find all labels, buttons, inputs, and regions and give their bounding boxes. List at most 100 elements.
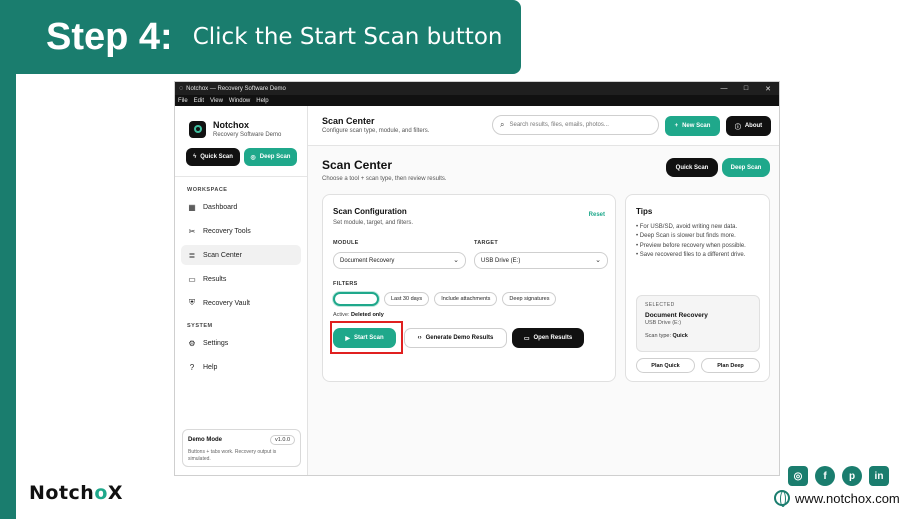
version-badge: v1.0.0 (270, 435, 295, 445)
website-url: www.notchox.com (795, 490, 900, 506)
demo-mode-title: Demo Mode (188, 437, 223, 443)
selected-module: Document Recovery (645, 312, 708, 319)
dashboard-icon: ▦ (188, 202, 196, 212)
info-icon: ⓘ (734, 124, 741, 131)
top-bar: Scan Center Configure scan type, module,… (308, 106, 779, 146)
topbar-subtitle: Configure scan type, module, and filters… (322, 128, 430, 134)
filter-chip-last-30-days[interactable]: Last 30 days (384, 292, 430, 306)
sidebar-item-label: Help (203, 363, 218, 371)
step-banner: Step 4: Click the Start Scan button (0, 0, 521, 74)
sidebar-item-dashboard[interactable]: ▦ Dashboard (181, 197, 301, 217)
sidebar-item-recovery-tools[interactable]: ✂ Recovery Tools (181, 221, 301, 241)
play-icon: ▶ (345, 335, 350, 342)
sidebar-item-label: Dashboard (203, 203, 238, 211)
search-icon: ⌕ (500, 120, 505, 129)
sidebar-item-scan-center[interactable]: ≣ Scan Center (181, 245, 301, 265)
menu-view[interactable]: View (210, 98, 223, 104)
sidebar-scan-buttons: ϟ Quick Scan ◎ Deep Scan (175, 138, 307, 166)
target-icon: ◎ (250, 154, 256, 161)
about-button[interactable]: ⓘ About (726, 116, 771, 136)
tutorial-slide: Step 4: Click the Start Scan button ◌ No… (0, 0, 922, 519)
main-content: Scan Center Configure scan type, module,… (308, 106, 779, 475)
brand-name: Notchox (213, 120, 249, 130)
sidebar-item-label: Recovery Tools (203, 227, 251, 235)
plus-icon: + (674, 123, 679, 129)
new-scan-button[interactable]: + New Scan (665, 116, 720, 136)
config-title: Scan Configuration (333, 207, 407, 216)
selected-label: SELECTED (645, 302, 675, 308)
search-input[interactable]: ⌕ Search results, files, emails, photos.… (492, 115, 659, 135)
left-accent-strip (0, 0, 16, 519)
deep-scan-button[interactable]: Deep Scan (722, 158, 770, 177)
instagram-icon[interactable]: ◎ (788, 466, 808, 486)
sidebar-item-help[interactable]: ? Help (181, 357, 301, 377)
system-section-label: SYSTEM (187, 323, 213, 329)
menu-help[interactable]: Help (256, 98, 268, 104)
start-scan-button[interactable]: ▶ Start Scan (333, 328, 396, 348)
selected-scan-type: Scan type: Quick (645, 333, 688, 339)
app-body: Notchox Recovery Software Demo ϟ Quick S… (175, 106, 779, 475)
plan-quick-button[interactable]: Plan Quick (636, 358, 695, 373)
maximize-icon[interactable]: □ (735, 85, 757, 92)
sidebar-item-recovery-vault[interactable]: ⛨ Recovery Vault (181, 293, 301, 313)
close-icon[interactable]: ✕ (757, 85, 779, 93)
reset-link[interactable]: Reset (589, 212, 605, 218)
notchox-logo: NotchoX (29, 482, 124, 504)
active-filter-value: Deleted only (351, 312, 384, 318)
chevron-down-icon: ⌄ (453, 257, 459, 264)
filter-chip-deep-signatures[interactable]: Deep signatures (502, 292, 557, 306)
tips-title: Tips (636, 207, 653, 216)
tools-icon: ✂ (188, 226, 196, 236)
chevron-down-icon: ⌄ (595, 257, 601, 264)
selected-drive: USB Drive (E:) (645, 320, 682, 326)
generate-demo-results-button[interactable]: ‹› Generate Demo Results (404, 328, 507, 348)
demo-mode-description: Buttons + tabs work. Recovery output is … (188, 449, 277, 462)
website[interactable]: www.notchox.com (774, 490, 900, 507)
filter-chip-include-attachments[interactable]: Include attachments (434, 292, 498, 306)
sidebar-deep-scan-button[interactable]: ◎ Deep Scan (244, 148, 297, 166)
sidebar-item-settings[interactable]: ⚙ Settings (181, 333, 301, 353)
plan-deep-button[interactable]: Plan Deep (701, 358, 760, 373)
sidebar-item-label: Scan Center (203, 251, 242, 259)
brand-logo-icon (189, 120, 206, 138)
filter-chip-deleted-only[interactable] (333, 292, 379, 306)
tips-card: Tips • For USB/SD, avoid writing new dat… (625, 194, 770, 382)
gear-icon: ⚙ (188, 338, 196, 348)
minimize-icon[interactable]: — (713, 85, 735, 92)
menu-edit[interactable]: Edit (194, 98, 204, 104)
filter-chips: Last 30 days Include attachments Deep si… (333, 292, 557, 306)
tip-item: • For USB/SD, avoid writing new data. (636, 224, 738, 230)
globe-icon (774, 490, 790, 507)
quick-scan-button[interactable]: Quick Scan (666, 158, 718, 177)
tip-item: • Preview before recovery when possible. (636, 242, 746, 249)
sidebar-item-results[interactable]: ▭ Results (181, 269, 301, 289)
sidebar: Notchox Recovery Software Demo ϟ Quick S… (175, 106, 308, 475)
scan-configuration-card: Scan Configuration Set module, target, a… (322, 194, 616, 382)
selected-summary: SELECTED Document Recovery USB Drive (E:… (636, 295, 760, 352)
module-select[interactable]: Document Recovery ⌄ (333, 252, 466, 269)
workspace-section-label: WORKSPACE (187, 187, 228, 193)
menu-window[interactable]: Window (229, 98, 250, 104)
sidebar-item-label: Recovery Vault (203, 299, 250, 307)
sidebar-quick-scan-button[interactable]: ϟ Quick Scan (186, 148, 240, 166)
target-select[interactable]: USB Drive (E:) ⌄ (474, 252, 608, 269)
facebook-icon[interactable]: f (815, 466, 835, 486)
filters-label: FILTERS (333, 281, 358, 287)
sidebar-item-label: Results (203, 275, 227, 283)
pinterest-icon[interactable]: p (842, 466, 862, 486)
search-placeholder: Search results, files, emails, photos... (509, 122, 609, 128)
target-label: TARGET (474, 240, 499, 246)
sidebar-item-label: Settings (203, 339, 229, 347)
app-icon: ◌ (179, 85, 184, 92)
step-number: Step 4: (46, 15, 173, 58)
target-value: USB Drive (E:) (481, 257, 521, 264)
tips-list: • For USB/SD, avoid writing new data. • … (636, 223, 764, 260)
bolt-icon: ϟ (193, 154, 197, 160)
tip-item: • Save recovered files to a different dr… (636, 251, 746, 258)
menu-file[interactable]: File (178, 98, 188, 104)
config-subtitle: Set module, target, and filters. (333, 220, 414, 226)
scan-icon: ≣ (188, 250, 196, 260)
page-subtitle: Choose a tool + scan type, then review r… (322, 176, 447, 182)
open-results-button[interactable]: ▭ Open Results (512, 328, 584, 348)
linkedin-icon[interactable]: in (869, 466, 889, 486)
